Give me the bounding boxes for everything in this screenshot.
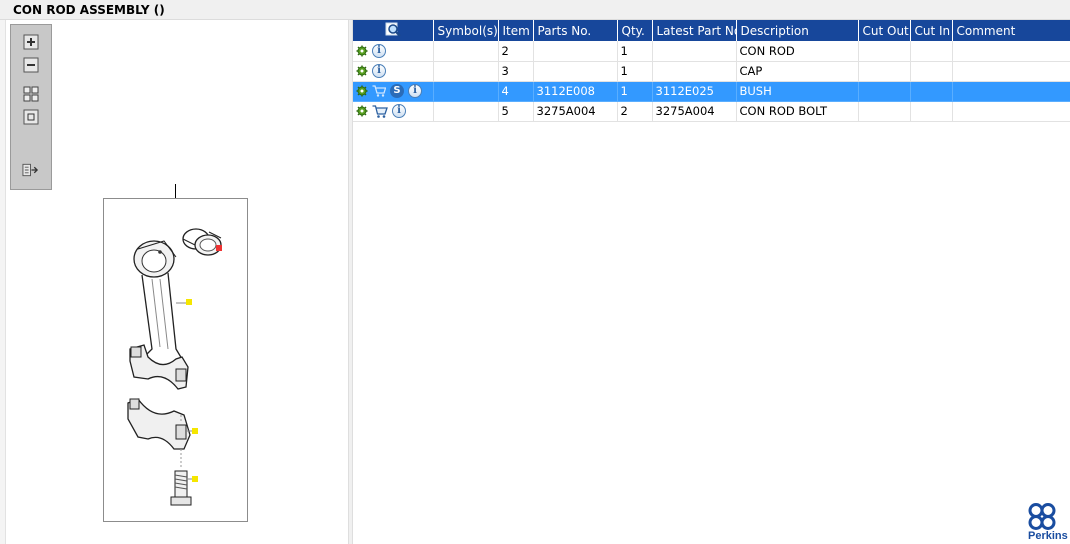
cell-comment <box>952 81 1070 102</box>
cell-description: CON ROD BOLT <box>736 101 859 122</box>
column-header-parts-no[interactable]: Parts No. <box>533 20 618 41</box>
column-header-cut-in[interactable]: Cut In <box>910 20 953 41</box>
parts-list: Symbol(s) Item Parts No. Qty. Latest Par… <box>353 20 1070 544</box>
column-header-item[interactable]: Item <box>498 20 534 41</box>
cell-cut-in <box>910 101 953 122</box>
row-actions-cell: S i <box>353 81 434 102</box>
con-rod-illustration <box>127 228 222 506</box>
table-row[interactable]: i 5 3275A004 2 3275A004 CON ROD BOLT <box>353 101 1070 122</box>
cell-qty: 1 <box>617 81 653 102</box>
table-row[interactable]: i 3 1 CAP <box>353 61 1070 82</box>
cell-latest-part-no: 3112E025 <box>652 81 737 102</box>
gear-icon[interactable] <box>356 85 368 97</box>
column-header-latest-part-no[interactable]: Latest Part No. <box>652 20 737 41</box>
info-icon[interactable]: i <box>372 43 386 58</box>
brand-name: Perkins <box>1028 530 1068 542</box>
column-header-qty[interactable]: Qty. <box>617 20 653 41</box>
column-header-actions[interactable] <box>353 20 434 41</box>
info-icon[interactable]: i <box>392 104 406 118</box>
cell-latest-part-no: 3275A004 <box>652 101 737 122</box>
cell-description: CAP <box>736 61 859 82</box>
cell-cut-in <box>910 41 953 62</box>
parts-table: Symbol(s) Item Parts No. Qty. Latest Par… <box>353 20 1070 122</box>
cell-cut-out <box>858 61 911 82</box>
cell-parts-no <box>533 61 618 82</box>
cell-cut-out <box>858 81 911 102</box>
title-bar: CON ROD ASSEMBLY () <box>0 0 1070 20</box>
cell-qty: 1 <box>617 41 653 62</box>
cell-parts-no <box>533 41 618 62</box>
cell-latest-part-no <box>652 61 737 82</box>
cell-item: 5 <box>498 101 534 122</box>
info-icon[interactable]: i <box>408 84 422 98</box>
table-row-selected[interactable]: S i 4 3112E008 1 3112E025 BUSH <box>353 81 1070 102</box>
drawing-leader-line <box>175 184 176 198</box>
cell-symbols <box>433 61 499 82</box>
gear-icon[interactable] <box>356 105 368 117</box>
cart-icon[interactable] <box>372 104 388 118</box>
export-icon[interactable] <box>22 161 39 178</box>
search-parts-icon[interactable] <box>385 22 401 37</box>
cell-description: BUSH <box>736 81 859 102</box>
column-header-cut-out[interactable]: Cut Out <box>858 20 911 41</box>
fit-window-icon[interactable] <box>22 108 39 125</box>
zoom-toolbar <box>10 24 52 190</box>
cell-qty: 2 <box>617 101 653 122</box>
callout-3[interactable] <box>192 428 198 434</box>
cell-parts-no: 3112E008 <box>533 81 618 102</box>
row-actions-cell: i <box>353 101 434 122</box>
fit-all-icon[interactable] <box>22 85 39 102</box>
cell-symbols <box>433 101 499 122</box>
column-header-symbols[interactable]: Symbol(s) <box>433 20 499 41</box>
parts-drawing[interactable] <box>103 198 248 522</box>
info-icon[interactable]: i <box>372 64 386 78</box>
callout-2[interactable] <box>186 299 192 305</box>
window-title: CON ROD ASSEMBLY () <box>13 3 165 17</box>
cell-item: 2 <box>498 41 534 62</box>
cell-item: 4 <box>498 81 534 102</box>
table-header-row: Symbol(s) Item Parts No. Qty. Latest Par… <box>353 20 1070 41</box>
cell-cut-in <box>910 81 953 102</box>
gear-icon[interactable] <box>356 45 368 57</box>
cart-icon[interactable] <box>372 85 386 97</box>
callout-4[interactable] <box>216 245 222 251</box>
cell-comment <box>952 41 1070 62</box>
row-actions-cell: i <box>353 41 434 62</box>
zoom-in-icon[interactable] <box>22 33 39 50</box>
column-header-comment[interactable]: Comment <box>952 20 1070 41</box>
table-row[interactable]: i 2 1 CON ROD <box>353 41 1070 62</box>
cell-description: CON ROD <box>736 41 859 62</box>
cell-cut-out <box>858 101 911 122</box>
cell-parts-no: 3275A004 <box>533 101 618 122</box>
cell-comment <box>952 61 1070 82</box>
cell-symbols <box>433 41 499 62</box>
gear-icon[interactable] <box>356 65 368 77</box>
cell-qty: 1 <box>617 61 653 82</box>
cell-cut-out <box>858 41 911 62</box>
cell-symbols <box>433 81 499 102</box>
cell-item: 3 <box>498 61 534 82</box>
callout-5[interactable] <box>192 476 198 482</box>
zoom-out-icon[interactable] <box>22 56 39 73</box>
cell-comment <box>952 101 1070 122</box>
column-header-description[interactable]: Description <box>736 20 859 41</box>
row-actions-cell: i <box>353 61 434 82</box>
cell-latest-part-no <box>652 41 737 62</box>
cell-cut-in <box>910 61 953 82</box>
s-badge-icon[interactable]: S <box>390 84 404 98</box>
